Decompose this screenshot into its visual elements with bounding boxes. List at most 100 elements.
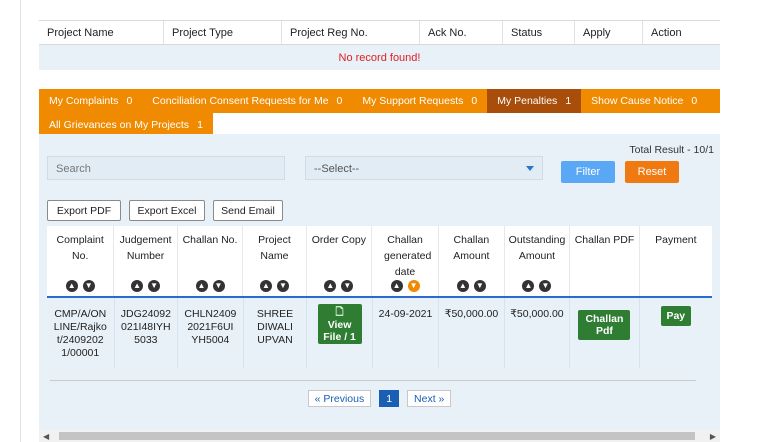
th-complaint-no: Complaint No. ▲ ▼ bbox=[47, 226, 115, 296]
col-project-reg-no: Project Reg No. bbox=[282, 21, 420, 44]
col-apply: Apply bbox=[575, 21, 643, 44]
th-challan-no: Challan No. ▲ ▼ bbox=[178, 226, 244, 296]
view-file-label: View File / 1 bbox=[323, 319, 356, 343]
th-label: Challan generated date bbox=[384, 234, 432, 278]
col-ack-no: Ack No. bbox=[420, 21, 503, 44]
no-record-message: No record found! bbox=[39, 45, 720, 70]
status-select[interactable]: --Select-- bbox=[305, 156, 543, 180]
th-label: Outstanding Amount bbox=[508, 234, 566, 262]
cell-complaint-no: CMP/A/ONLINE/Rajkot/24092021/00001 bbox=[47, 298, 115, 368]
penalties-panel: Total Result - 10/1 Search --Select-- Fi… bbox=[39, 134, 720, 442]
penalties-table: Complaint No. ▲ ▼ Judgement Number ▲ ▼ Chall… bbox=[47, 226, 712, 368]
tab-my-complaints[interactable]: My Complaints 0 bbox=[39, 89, 143, 113]
search-input[interactable]: Search bbox=[47, 156, 285, 180]
table-row: CMP/A/ONLINE/Rajkot/24092021/00001 JDG24… bbox=[47, 298, 712, 368]
th-outstanding-amount: Outstanding Amount ▲ ▼ bbox=[505, 226, 571, 296]
col-project-type: Project Type bbox=[164, 21, 282, 44]
sort-up-icon[interactable]: ▲ bbox=[195, 280, 208, 292]
tab-label: My Penalties bbox=[497, 95, 558, 107]
tab-label: All Grievances on My Projects bbox=[49, 119, 190, 131]
sort-down-icon[interactable]: ▼ bbox=[473, 280, 486, 292]
reset-button[interactable]: Reset bbox=[625, 161, 679, 183]
previous-page-button[interactable]: « Previous bbox=[307, 390, 372, 407]
page-left-border bbox=[20, 0, 21, 442]
select-value: --Select-- bbox=[314, 163, 360, 175]
scroll-left-icon[interactable]: ◀ bbox=[43, 432, 49, 441]
pagination: « Previous 1 Next » bbox=[39, 390, 720, 407]
tab-my-penalties[interactable]: My Penalties 1 bbox=[487, 89, 582, 113]
scroll-right-icon[interactable]: ▶ bbox=[710, 432, 716, 441]
cell-payment: Pay bbox=[640, 298, 712, 368]
cell-outstanding-amount: ₹50,000.00 bbox=[505, 298, 571, 368]
sort-down-icon[interactable]: ▼ bbox=[341, 280, 354, 292]
view-file-button[interactable]: 🗋 View File / 1 bbox=[317, 304, 362, 344]
sort-up-icon[interactable]: ▲ bbox=[259, 280, 272, 292]
grievance-tabs: My Complaints 0 Conciliation Consent Requ… bbox=[39, 89, 720, 140]
cell-project-name: SHREE DIWALI UPVAN bbox=[244, 298, 308, 368]
export-pdf-button[interactable]: Export PDF bbox=[47, 200, 121, 221]
col-status: Status bbox=[503, 21, 575, 44]
tab-label: Show Cause Notice bbox=[591, 95, 684, 107]
th-label: Project Name bbox=[258, 234, 291, 262]
th-label: Order Copy bbox=[311, 234, 366, 246]
sort-down-icon[interactable]: ▼ bbox=[407, 280, 420, 292]
sort-up-icon[interactable]: ▲ bbox=[456, 280, 469, 292]
cell-challan-no: CHLN24092021F6UIYH5004 bbox=[178, 298, 244, 368]
cell-challan-pdf: Challan Pdf bbox=[570, 298, 640, 368]
next-page-button[interactable]: Next » bbox=[407, 390, 452, 407]
horizontal-scrollbar[interactable]: ◀ ▶ bbox=[39, 430, 720, 442]
tab-my-support-requests[interactable]: My Support Requests 0 bbox=[352, 89, 488, 113]
th-challan-amount: Challan Amount ▲ ▼ bbox=[439, 226, 505, 296]
th-challan-pdf: Challan PDF bbox=[570, 226, 640, 296]
sort-up-icon[interactable]: ▲ bbox=[522, 280, 535, 292]
tab-label: Conciliation Consent Requests for Me bbox=[152, 95, 329, 107]
th-label: Challan Amount bbox=[453, 234, 490, 262]
project-table-header: Project Name Project Type Project Reg No… bbox=[39, 20, 720, 45]
cell-challan-amount: ₹50,000.00 bbox=[439, 298, 505, 368]
sort-up-icon[interactable]: ▲ bbox=[324, 280, 337, 292]
pay-button[interactable]: Pay bbox=[660, 306, 691, 326]
project-table: Project Name Project Type Project Reg No… bbox=[39, 20, 720, 70]
cell-generated-date: 24-09-2021 bbox=[373, 298, 440, 368]
tab-show-cause-notice[interactable]: Show Cause Notice 0 bbox=[581, 89, 720, 113]
sort-down-icon[interactable]: ▼ bbox=[82, 280, 95, 292]
sort-down-icon[interactable]: ▼ bbox=[276, 280, 289, 292]
sort-down-icon[interactable]: ▼ bbox=[148, 280, 161, 292]
send-email-button[interactable]: Send Email bbox=[213, 200, 283, 221]
cell-order-copy: 🗋 View File / 1 bbox=[307, 298, 373, 368]
page-number-current[interactable]: 1 bbox=[379, 390, 400, 407]
file-icon: 🗋 bbox=[335, 307, 344, 318]
cell-judgement-no: JDG24092021I48IYH5033 bbox=[115, 298, 179, 368]
divider bbox=[50, 380, 696, 381]
tab-count: 1 bbox=[565, 95, 572, 107]
tab-count: 0 bbox=[336, 95, 343, 107]
tab-count: 0 bbox=[471, 95, 478, 107]
col-action: Action bbox=[651, 27, 682, 39]
tab-conciliation-consent[interactable]: Conciliation Consent Requests for Me 0 bbox=[142, 89, 353, 113]
th-label: Judgement Number bbox=[119, 234, 172, 262]
export-excel-button[interactable]: Export Excel bbox=[129, 200, 205, 221]
th-challan-generated-date: Challan generated date ▲ ▼ bbox=[372, 226, 440, 296]
challan-pdf-button[interactable]: Challan Pdf bbox=[578, 310, 631, 340]
col-project-name: Project Name bbox=[39, 21, 164, 44]
scrollbar-thumb[interactable] bbox=[59, 432, 695, 440]
th-judgement-number: Judgement Number ▲ ▼ bbox=[114, 226, 178, 296]
th-project-name: Project Name ▲ ▼ bbox=[243, 226, 307, 296]
chevron-down-icon bbox=[526, 166, 534, 171]
filter-button[interactable]: Filter bbox=[561, 161, 615, 183]
th-order-copy: Order Copy ▲ ▼ bbox=[307, 226, 373, 296]
sort-up-icon[interactable]: ▲ bbox=[131, 280, 144, 292]
tab-count: 0 bbox=[126, 95, 133, 107]
tab-count: 0 bbox=[691, 95, 698, 107]
tab-label: My Support Requests bbox=[362, 95, 464, 107]
table-header: Complaint No. ▲ ▼ Judgement Number ▲ ▼ Chall… bbox=[47, 226, 712, 298]
sort-down-icon[interactable]: ▼ bbox=[539, 280, 552, 292]
sort-up-icon[interactable]: ▲ bbox=[65, 280, 78, 292]
total-result: Total Result - 10/1 bbox=[629, 144, 714, 156]
tab-count: 1 bbox=[197, 119, 203, 131]
th-label: Challan No. bbox=[182, 234, 238, 246]
sort-up-icon[interactable]: ▲ bbox=[390, 280, 403, 292]
sort-down-icon[interactable]: ▼ bbox=[212, 280, 225, 292]
th-payment: Payment bbox=[655, 234, 697, 246]
tab-label: My Complaints bbox=[49, 95, 119, 107]
